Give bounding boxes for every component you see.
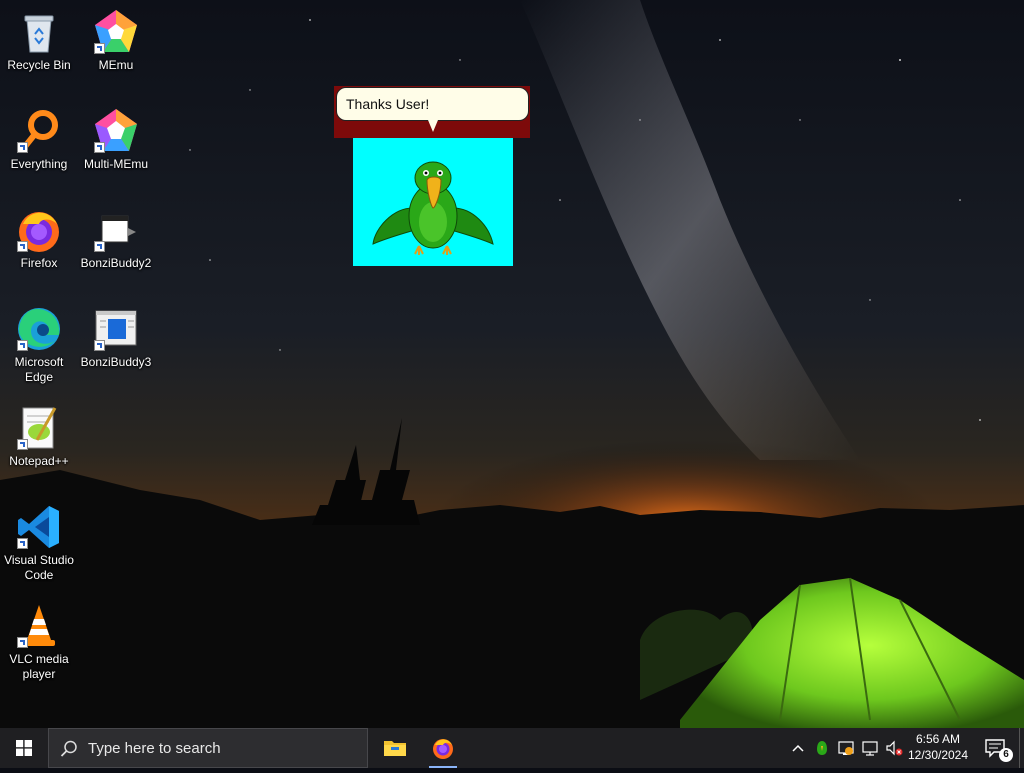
desktop-icon-memu[interactable]: MEmu [77, 8, 155, 73]
shortcut-arrow-icon [94, 43, 105, 54]
desktop-icon-multi-memu[interactable]: Multi-MEmu [77, 107, 155, 172]
desktop-icon-label: Microsoft Edge [14, 355, 64, 384]
network-icon [862, 741, 878, 756]
desktop-icon-bonzibuddy3[interactable]: BonziBuddy3 [77, 305, 155, 370]
desktop-icon-recycle-bin[interactable]: Recycle Bin [0, 8, 78, 73]
desktop-icon-firefox[interactable]: Firefox [0, 206, 78, 271]
shortcut-arrow-icon [17, 439, 28, 450]
bonzibuddy3-icon [92, 305, 140, 353]
agent-speech-tail [428, 120, 438, 132]
desktop-icon-label: MEmu [98, 58, 134, 72]
start-button[interactable] [0, 728, 48, 768]
desktop-icon-label: BonziBuddy2 [80, 256, 152, 270]
firefox-icon [433, 739, 453, 759]
shortcut-arrow-icon [94, 142, 105, 153]
tray-bonzi[interactable] [813, 738, 831, 758]
bonzi-tray-icon [817, 741, 827, 755]
desktop-icon-notepadpp[interactable]: Notepad++ [0, 404, 78, 469]
tray-volume[interactable] [885, 738, 903, 758]
notepadpp-icon [15, 404, 63, 452]
shortcut-arrow-icon [17, 142, 28, 153]
taskbar-app-file-explorer[interactable] [371, 728, 419, 768]
agent-speech-bubble: Thanks User! [336, 87, 529, 121]
shortcut-arrow-icon [94, 340, 105, 351]
clock-date: 12/30/2024 [907, 748, 969, 762]
search-placeholder: Type here to search [88, 740, 221, 757]
desktop-icon-label: Notepad++ [9, 454, 69, 468]
desktop-icon-edge[interactable]: Microsoft Edge [0, 305, 78, 385]
chevron-up-icon [792, 744, 804, 752]
clock-time: 6:56 AM [915, 732, 961, 746]
desktop-icon-label: Everything [10, 157, 68, 171]
show-hidden-icons-button[interactable] [789, 738, 807, 758]
desktop-icon-label: Multi-MEmu [83, 157, 148, 171]
volume-muted-icon [886, 740, 903, 756]
notification-icon [985, 739, 1005, 758]
desktop-icon-label: Firefox [20, 256, 58, 270]
agent-character[interactable] [353, 138, 513, 266]
memu-icon [92, 8, 140, 56]
security-icon [838, 741, 854, 755]
search-icon [60, 740, 77, 757]
parrot-icon [372, 161, 494, 255]
windows-logo-icon [16, 740, 32, 756]
shortcut-arrow-icon [17, 241, 28, 252]
taskbar-app-firefox[interactable] [419, 728, 467, 768]
shortcut-arrow-icon [17, 538, 28, 549]
desktop-icon-label: VLC media player [9, 652, 69, 681]
taskbar-clock[interactable]: 6:56 AM 12/30/2024 [904, 731, 972, 763]
bonzibuddy2-icon [92, 206, 140, 254]
everything-icon [15, 107, 63, 155]
action-center-button[interactable]: 6 [978, 728, 1018, 768]
desktop-icon-label: Visual Studio Code [4, 553, 74, 582]
taskbar-search-box[interactable]: Type here to search [48, 728, 368, 768]
desktop-icon-vlc[interactable]: VLC media player [0, 602, 78, 682]
taskbar: Type here to search 6:56 AM 12/30/2024 6 [0, 728, 1024, 768]
shortcut-arrow-icon [17, 340, 28, 351]
desktop-icon-everything[interactable]: Everything [0, 107, 78, 172]
tray-security[interactable] [837, 738, 855, 758]
recycle-bin-icon [15, 8, 63, 56]
desktop-icon-label: Recycle Bin [7, 58, 71, 72]
vlc-icon [15, 602, 63, 650]
agent-speech-text: Thanks User! [346, 96, 430, 112]
desktop-icon-label: BonziBuddy3 [80, 355, 152, 369]
edge-icon [15, 305, 63, 353]
folder-icon [384, 741, 406, 756]
multi-memu-icon [92, 107, 140, 155]
shortcut-arrow-icon [17, 637, 28, 648]
firefox-icon [15, 206, 63, 254]
vscode-icon [15, 503, 63, 551]
shortcut-arrow-icon [94, 241, 105, 252]
desktop-icon-vscode[interactable]: Visual Studio Code [0, 503, 78, 583]
tray-network[interactable] [861, 738, 879, 758]
desktop-icon-bonzibuddy2[interactable]: BonziBuddy2 [77, 206, 155, 271]
notification-count-badge: 6 [999, 748, 1013, 762]
show-desktop-button[interactable] [1019, 728, 1024, 768]
